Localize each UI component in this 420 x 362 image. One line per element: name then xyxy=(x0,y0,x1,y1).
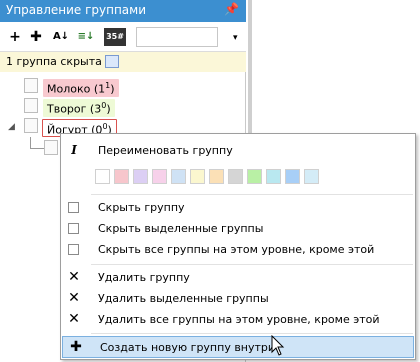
menu-separator xyxy=(91,194,413,195)
menu-separator xyxy=(91,333,413,334)
add-group-button[interactable]: ✚ xyxy=(27,28,45,46)
panel-title: Управление группами xyxy=(6,3,147,17)
tree-connector xyxy=(30,148,44,149)
color-swatch-skyblue[interactable] xyxy=(304,169,319,184)
menu-separator xyxy=(91,264,413,265)
pin-icon[interactable]: 📌 xyxy=(224,2,239,16)
hidden-groups-bar[interactable]: 1 группа скрыта xyxy=(0,52,246,72)
delete-selected-item[interactable]: ✕ Удалить выделенные группы xyxy=(61,288,415,310)
delete-icon: ✕ xyxy=(68,269,80,285)
hide-all-other-item[interactable]: Скрыть все группы на этом уровне, кроме … xyxy=(61,239,415,261)
document-icon xyxy=(24,118,38,133)
delete-icon: ✕ xyxy=(68,290,80,306)
document-icon xyxy=(24,78,38,93)
plus-icon: ✚ xyxy=(70,339,82,355)
rename-group-item[interactable]: I Переименовать группу xyxy=(61,140,415,162)
color-swatch-pink[interactable] xyxy=(114,169,129,184)
delete-group-item[interactable]: ✕ Удалить группу xyxy=(61,267,415,289)
counter-button[interactable]: 35# xyxy=(104,28,126,46)
color-swatch-peach[interactable] xyxy=(209,169,224,184)
color-swatch-yellow[interactable] xyxy=(190,169,205,184)
mouse-cursor-icon xyxy=(271,335,285,356)
add-item-button[interactable]: + xyxy=(6,28,24,46)
color-swatch-lightblue[interactable] xyxy=(171,169,186,184)
delete-icon: ✕ xyxy=(68,311,80,327)
tree-item-tvorog[interactable]: Творог (30) xyxy=(43,99,115,117)
splitter[interactable] xyxy=(248,0,252,140)
search-input[interactable] xyxy=(136,27,218,47)
delete-all-other-item[interactable]: ✕ Удалить все группы на этом уровне, кро… xyxy=(61,309,415,331)
show-hidden-icon[interactable] xyxy=(105,55,119,68)
hide-selected-item[interactable]: Скрыть выделенные группы xyxy=(61,218,415,240)
context-menu: I Переименовать группу Скрыть группу Скр… xyxy=(60,133,416,360)
toolbar-overflow-icon[interactable]: ▾ xyxy=(233,33,238,43)
panel-titlebar: Управление группами 📌 xyxy=(0,0,246,22)
sort-button[interactable]: ≡↓ xyxy=(77,28,95,46)
tree-item-moloko[interactable]: Молоко (11) xyxy=(43,79,119,97)
toolbar: + ✚ A↓ ≡↓ 35# ▾ xyxy=(0,22,246,52)
hidden-groups-text: 1 группа скрыта xyxy=(6,55,102,68)
hide-icon xyxy=(68,244,79,255)
create-group-inside-item[interactable]: ✚ Создать новую группу внутри xyxy=(62,336,414,358)
hide-group-item[interactable]: Скрыть группу xyxy=(61,197,415,219)
document-icon xyxy=(24,98,38,113)
color-swatch-white[interactable] xyxy=(95,169,110,184)
hide-icon xyxy=(68,202,79,213)
color-swatch-lavender[interactable] xyxy=(133,169,148,184)
sort-alpha-button[interactable]: A↓ xyxy=(52,28,70,46)
color-swatch-cyan[interactable] xyxy=(266,169,281,184)
color-swatch-rose[interactable] xyxy=(152,169,167,184)
color-swatch-green[interactable] xyxy=(247,169,262,184)
document-icon xyxy=(44,140,58,155)
color-swatch-blue[interactable] xyxy=(285,169,300,184)
color-swatch-gray[interactable] xyxy=(228,169,243,184)
hide-icon xyxy=(68,223,79,234)
rename-icon: I xyxy=(71,143,77,157)
expand-triangle-icon[interactable]: ◢ xyxy=(8,122,15,132)
